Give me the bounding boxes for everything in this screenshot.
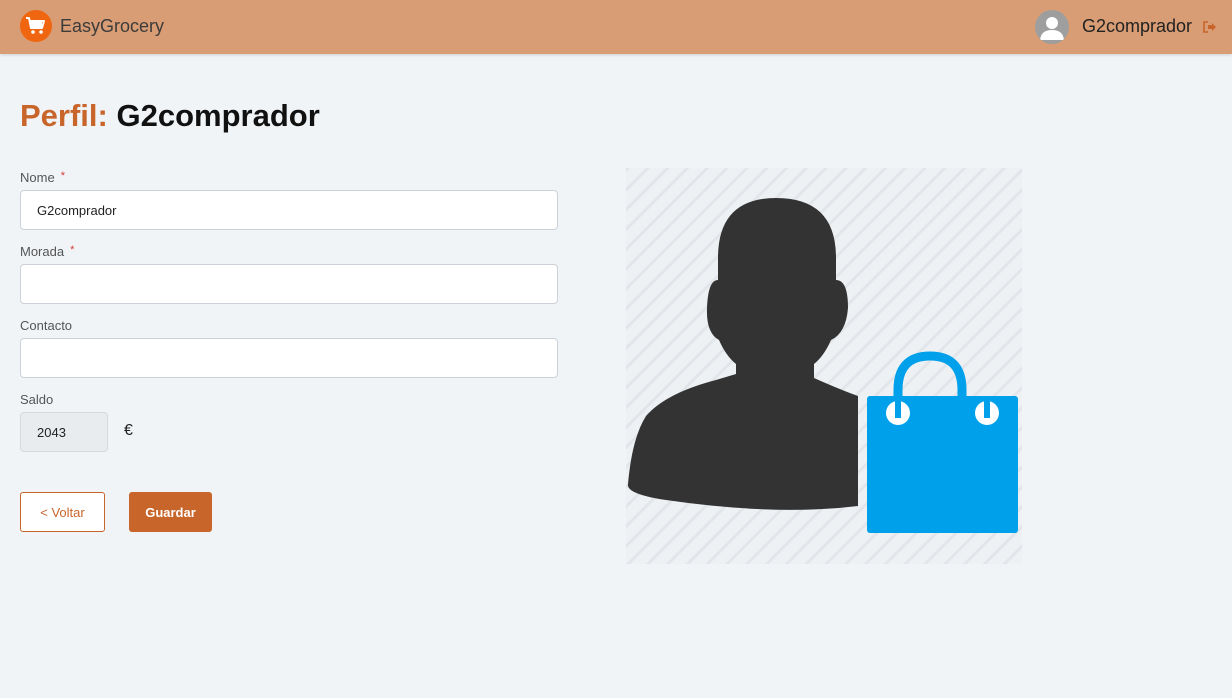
page-title: Perfil: G2comprador [20, 96, 320, 136]
sign-out-icon[interactable] [1203, 20, 1217, 34]
page-title-prefix: Perfil: [20, 98, 108, 133]
page-title-name: G2comprador [116, 98, 320, 133]
saldo-label-text: Saldo [20, 392, 54, 407]
morada-input[interactable] [20, 264, 558, 304]
morada-label-text: Morada [20, 244, 65, 259]
saldo-label: Saldo [20, 392, 53, 407]
morada-label: Morada * [20, 244, 74, 259]
nome-label: Nome * [20, 170, 65, 185]
back-button[interactable]: < Voltar [20, 492, 105, 532]
shopping-cart-icon[interactable] [20, 10, 52, 42]
user-name[interactable]: G2comprador [1082, 16, 1192, 37]
save-button[interactable]: Guardar [129, 492, 212, 532]
nome-label-text: Nome [20, 170, 55, 185]
contacto-label-text: Contacto [20, 318, 73, 333]
currency-symbol: € [124, 422, 133, 439]
contacto-input[interactable] [20, 338, 558, 378]
required-mark: * [70, 244, 75, 256]
nome-input[interactable] [20, 190, 558, 230]
top-navbar: EasyGrocery G2comprador [0, 0, 1232, 54]
required-mark: * [60, 170, 65, 182]
app-name[interactable]: EasyGrocery [60, 16, 164, 37]
avatar[interactable] [1035, 10, 1069, 44]
contacto-label: Contacto [20, 318, 72, 333]
buyer-with-shopping-bag-icon [626, 168, 1022, 564]
saldo-input [20, 412, 108, 452]
